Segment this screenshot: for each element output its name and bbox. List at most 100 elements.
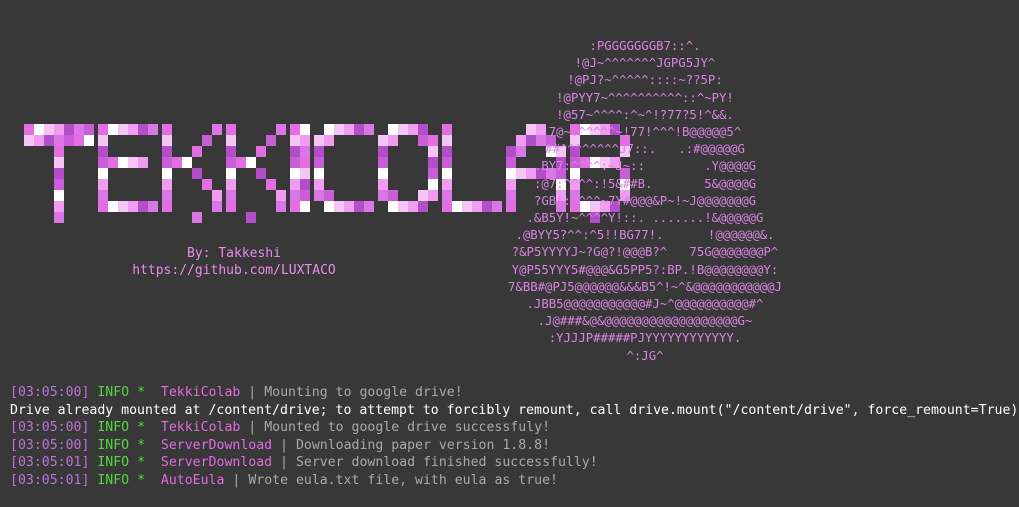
logo-pixel bbox=[300, 179, 310, 190]
logo-pixel bbox=[314, 190, 324, 201]
logo-pixel bbox=[64, 135, 74, 146]
logo-pixel bbox=[462, 201, 472, 212]
logo-pixel bbox=[378, 146, 388, 157]
logo-pixel bbox=[118, 201, 128, 212]
logo-pixel bbox=[378, 157, 388, 168]
log-source: ServerDownload bbox=[160, 455, 273, 470]
logo-pixel bbox=[212, 124, 222, 135]
logo-pixel bbox=[256, 146, 266, 157]
ascii-art-line: .JBB5@@@@@@@@@@@#J~^@@@@@@@@@@#^ bbox=[526, 297, 764, 312]
logo-pixel bbox=[364, 124, 374, 135]
logo-pixel bbox=[442, 135, 452, 146]
logo-pixel bbox=[324, 190, 334, 201]
logo-pixel bbox=[364, 201, 374, 212]
logo-pixel bbox=[84, 135, 94, 146]
logo-pixel bbox=[290, 146, 300, 157]
logo-pixel bbox=[44, 135, 54, 146]
logo-pixel bbox=[108, 124, 118, 135]
log-line: [03:05:00] INFO * ServerDownload | Downl… bbox=[10, 437, 1019, 455]
logo-pixel bbox=[266, 135, 276, 146]
logo-pixel bbox=[428, 168, 438, 179]
logo-pixel bbox=[128, 157, 138, 168]
ascii-art-line: ^:JG^ bbox=[626, 348, 664, 363]
logo-pixel bbox=[98, 179, 108, 190]
logo-pixel bbox=[162, 135, 172, 146]
logo-pixel bbox=[226, 157, 236, 168]
logo-pixel bbox=[138, 157, 148, 168]
logo-pixel bbox=[398, 201, 408, 212]
log-message: Server download finished successfully! bbox=[295, 455, 598, 470]
logo-pixel bbox=[354, 201, 364, 212]
logo-pixel bbox=[212, 190, 222, 201]
logo-pixel bbox=[84, 124, 94, 135]
log-timestamp: [03:05:00] bbox=[10, 385, 90, 400]
logo-pixel bbox=[344, 201, 354, 212]
logo-pixel bbox=[98, 201, 108, 212]
logo-pixel bbox=[442, 146, 452, 157]
log-level-star: * bbox=[137, 455, 146, 470]
logo-pixel bbox=[418, 135, 428, 146]
logo-pixel bbox=[290, 179, 300, 190]
ascii-art-line: Y@P55YYY5#@@@&G5PP5?:BP.!B@@@@@@@@Y: bbox=[511, 262, 779, 277]
logo-pixel bbox=[378, 135, 388, 146]
logo-pixel bbox=[418, 190, 428, 201]
logo-pixel bbox=[482, 201, 492, 212]
ascii-art-line: :PGGGGGGGB7::^. bbox=[589, 39, 701, 53]
log-level: INFO bbox=[97, 420, 130, 435]
logo-pixel bbox=[324, 124, 334, 135]
log-separator: | bbox=[280, 455, 288, 470]
logo-pixel bbox=[378, 179, 388, 190]
logo-pixel bbox=[276, 190, 286, 201]
logo-pixel bbox=[266, 179, 276, 190]
ascii-art-line: !@J~^^^^^^^JGPG5JY^ bbox=[574, 56, 716, 71]
logo-pixel bbox=[34, 124, 44, 135]
logo-pixel bbox=[54, 168, 64, 179]
logo-pixel bbox=[418, 124, 428, 135]
logo-pixel bbox=[314, 146, 324, 157]
logo-pixel bbox=[472, 201, 482, 212]
logo-pixel bbox=[300, 157, 310, 168]
logo-pixel bbox=[226, 146, 236, 157]
log-message: Wrote eula.txt file, with eula as true! bbox=[248, 472, 558, 488]
logo-pixel bbox=[118, 157, 128, 168]
logo-pixel bbox=[44, 124, 54, 135]
logo-pixel bbox=[192, 168, 202, 179]
logo-pixel bbox=[300, 201, 310, 212]
log-timestamp: [03:05:01] bbox=[10, 455, 90, 470]
logo-pixel bbox=[54, 190, 64, 201]
logo-pixel bbox=[202, 135, 212, 146]
logo-pixel bbox=[276, 201, 286, 212]
logo-pixel bbox=[54, 146, 64, 157]
logo-pixel bbox=[428, 190, 438, 201]
log-source: TekkiColab bbox=[160, 420, 241, 435]
logo-pixel bbox=[162, 157, 172, 168]
log-level-star: * bbox=[137, 472, 146, 488]
logo-pixel bbox=[162, 201, 172, 212]
logo-pixel bbox=[24, 135, 34, 146]
logo-pixel bbox=[442, 124, 452, 135]
logo-pixel bbox=[108, 201, 118, 212]
logo-pixel bbox=[138, 201, 148, 212]
ascii-art-line: ?&P5YYYYJ~?G@?!@@@B?^ 75G@@@@@@@P^ bbox=[511, 245, 779, 260]
log-separator: | bbox=[248, 385, 257, 400]
logo-pixel bbox=[202, 179, 212, 190]
log-message: Drive already mounted at /content/drive;… bbox=[10, 402, 1019, 418]
logo-pixel bbox=[442, 157, 452, 168]
logo-pixel bbox=[54, 212, 64, 223]
logo-pixel bbox=[300, 190, 310, 201]
logo-pixel bbox=[98, 168, 108, 179]
logo-pixel bbox=[442, 190, 452, 201]
logo-pixel bbox=[98, 157, 108, 168]
logo-pixel bbox=[314, 135, 324, 146]
ascii-art-line: .&B5Y!~^^^^Y!::. .......!&@@@@@G bbox=[526, 211, 764, 226]
logo-pixel bbox=[388, 201, 398, 212]
log-separator: | bbox=[280, 437, 288, 453]
github-link[interactable]: https://github.com/LUXTACO bbox=[96, 262, 372, 279]
ascii-art-line: 7@~:^^^^^~!77!^^^!B@@@@@5^ bbox=[548, 125, 742, 140]
logo-pixel bbox=[418, 201, 428, 212]
logo-pixel bbox=[388, 190, 398, 201]
logo-pixel bbox=[74, 124, 84, 135]
logo-pixel bbox=[442, 168, 452, 179]
logo-pixel bbox=[428, 179, 438, 190]
log-source: ServerDownload bbox=[160, 437, 273, 453]
